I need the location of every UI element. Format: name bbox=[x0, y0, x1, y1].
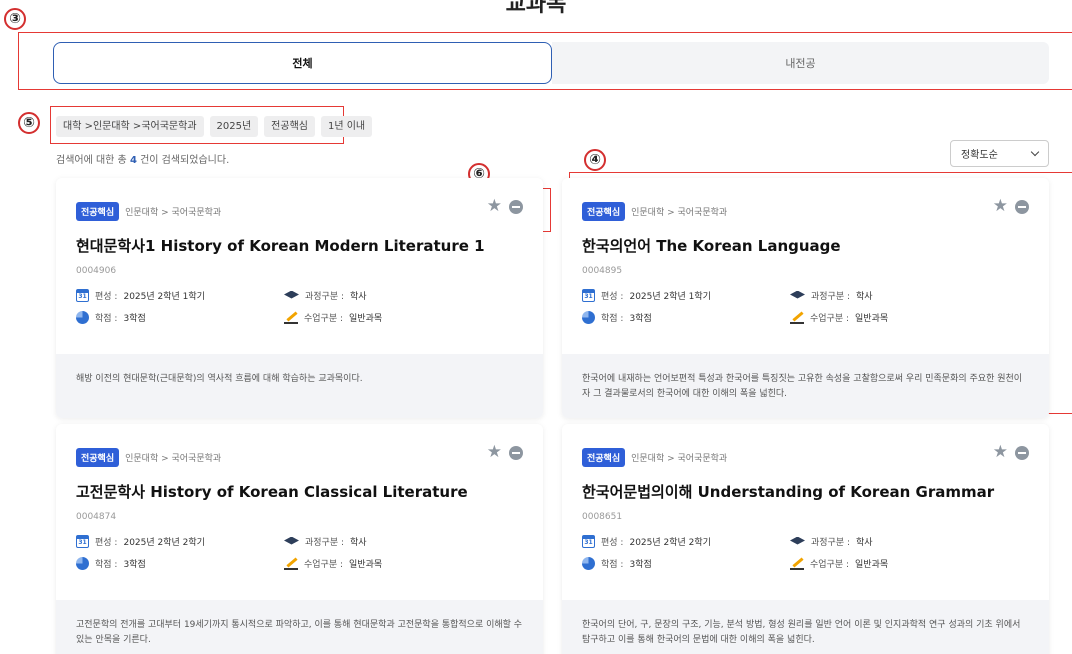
course-description: 한국어의 단어, 구, 문장의 구조, 기능, 분석 방법, 형성 원리를 일반… bbox=[562, 600, 1049, 654]
course-credits: 학점 : 3학점 bbox=[76, 557, 284, 570]
course-department: 인문대학 > 국어국문학과 bbox=[631, 208, 728, 218]
course-category-badge: 전공핵심 bbox=[582, 202, 626, 221]
filter-chip-period[interactable]: 1년 이내 bbox=[320, 116, 373, 137]
star-icon[interactable]: ★ bbox=[993, 198, 1008, 215]
result-count-number: 4 bbox=[129, 155, 137, 166]
course-title[interactable]: 한국의언어 The Korean Language bbox=[582, 235, 1029, 256]
course-card[interactable]: 전공핵심 인문대학 > 국어국문학과 ★ 한국의언어 The Korean La… bbox=[562, 178, 1049, 418]
tab-all[interactable]: 전체 bbox=[53, 42, 552, 84]
callout-5: ⑤ bbox=[18, 112, 40, 134]
course-card[interactable]: 전공핵심 인문대학 > 국어국문학과 ★ 한국어문법의이해 Understand… bbox=[562, 424, 1049, 654]
filter-chip-department[interactable]: 대학 >인문대학 >국어국문학과 bbox=[56, 116, 204, 137]
pie-icon bbox=[76, 311, 89, 324]
pencil-icon bbox=[790, 557, 804, 570]
course-title[interactable]: 한국어문법의이해 Understanding of Korean Grammar bbox=[582, 481, 1029, 502]
tab-bar: 전체 내전공 bbox=[53, 42, 1049, 84]
star-icon[interactable]: ★ bbox=[487, 444, 502, 461]
pencil-icon bbox=[790, 311, 804, 324]
pencil-icon bbox=[284, 311, 298, 324]
pie-icon bbox=[582, 311, 595, 324]
calendar-icon: 31 bbox=[582, 535, 595, 548]
course-card[interactable]: 전공핵심 인문대학 > 국어국문학과 ★ 고전문학사 History of Ko… bbox=[56, 424, 543, 654]
course-class-type: 수업구분 : 일반과목 bbox=[790, 311, 990, 324]
course-category-badge: 전공핵심 bbox=[76, 202, 120, 221]
course-description: 고전문학의 전개를 고대부터 19세기까지 통시적으로 파악하고, 이를 통해 … bbox=[56, 600, 543, 654]
star-icon[interactable]: ★ bbox=[993, 444, 1008, 461]
course-schedule: 31 편성 : 2025년 2학년 1학기 bbox=[76, 289, 284, 302]
callout-4: ④ bbox=[584, 149, 606, 171]
page-title: 교과목 bbox=[505, 0, 567, 17]
course-code: 0004895 bbox=[582, 266, 623, 276]
course-schedule: 31 편성 : 2025년 2학년 2학기 bbox=[582, 535, 790, 548]
calendar-icon: 31 bbox=[76, 289, 89, 302]
filter-chip-category[interactable]: 전공핵심 bbox=[264, 116, 315, 137]
course-code: 0004874 bbox=[76, 512, 117, 522]
course-code: 0008651 bbox=[582, 512, 623, 522]
graduation-cap-icon bbox=[284, 536, 299, 545]
course-program: 과정구분 : 학사 bbox=[284, 535, 484, 548]
course-program: 과정구분 : 학사 bbox=[790, 289, 990, 302]
course-credits: 학점 : 3학점 bbox=[582, 311, 790, 324]
course-schedule: 31 편성 : 2025년 2학년 2학기 bbox=[76, 535, 284, 548]
graduation-cap-icon bbox=[790, 290, 805, 299]
graduation-cap-icon bbox=[284, 290, 299, 299]
course-card[interactable]: 전공핵심 인문대학 > 국어국문학과 ★ 현대문학사1 History of K… bbox=[56, 178, 543, 418]
course-department: 인문대학 > 국어국문학과 bbox=[125, 454, 222, 464]
remove-icon[interactable] bbox=[1015, 445, 1029, 460]
course-program: 과정구분 : 학사 bbox=[284, 289, 484, 302]
course-title[interactable]: 현대문학사1 History of Korean Modern Literatu… bbox=[76, 235, 523, 256]
graduation-cap-icon bbox=[790, 536, 805, 545]
sort-select[interactable]: 정확도순 bbox=[950, 140, 1049, 167]
tab-my-major[interactable]: 내전공 bbox=[552, 42, 1049, 84]
course-program: 과정구분 : 학사 bbox=[790, 535, 990, 548]
course-title[interactable]: 고전문학사 History of Korean Classical Litera… bbox=[76, 481, 523, 502]
remove-icon[interactable] bbox=[1015, 199, 1029, 214]
course-schedule: 31 편성 : 2025년 2학년 1학기 bbox=[582, 289, 790, 302]
remove-icon[interactable] bbox=[509, 445, 523, 460]
chevron-down-icon bbox=[1030, 147, 1040, 157]
result-count: 검색어에 대한 총 4 건이 검색되었습니다. bbox=[56, 155, 230, 166]
sort-selected-value: 정확도순 bbox=[961, 150, 998, 161]
course-credits: 학점 : 3학점 bbox=[76, 311, 284, 324]
course-code: 0004906 bbox=[76, 266, 117, 276]
course-class-type: 수업구분 : 일반과목 bbox=[284, 557, 484, 570]
filter-chips: 대학 >인문대학 >국어국문학과 2025년 전공핵심 1년 이내 bbox=[56, 116, 373, 137]
course-credits: 학점 : 3학점 bbox=[582, 557, 790, 570]
course-class-type: 수업구분 : 일반과목 bbox=[284, 311, 484, 324]
course-department: 인문대학 > 국어국문학과 bbox=[631, 454, 728, 464]
course-class-type: 수업구분 : 일반과목 bbox=[790, 557, 990, 570]
remove-icon[interactable] bbox=[509, 199, 523, 214]
callout-3: ③ bbox=[4, 8, 26, 30]
filter-chip-year[interactable]: 2025년 bbox=[209, 116, 259, 137]
course-category-badge: 전공핵심 bbox=[582, 448, 626, 467]
course-description: 해방 이전의 현대문학(근대문학)의 역사적 흐름에 대해 학습하는 교과목이다… bbox=[56, 354, 543, 418]
star-icon[interactable]: ★ bbox=[487, 198, 502, 215]
pie-icon bbox=[582, 557, 595, 570]
pie-icon bbox=[76, 557, 89, 570]
course-category-badge: 전공핵심 bbox=[76, 448, 120, 467]
course-description: 한국어에 내재하는 언어보편적 특성과 한국어를 특징짓는 고유한 속성을 고찰… bbox=[562, 354, 1049, 418]
pencil-icon bbox=[284, 557, 298, 570]
calendar-icon: 31 bbox=[76, 535, 89, 548]
calendar-icon: 31 bbox=[582, 289, 595, 302]
course-department: 인문대학 > 국어국문학과 bbox=[125, 208, 222, 218]
